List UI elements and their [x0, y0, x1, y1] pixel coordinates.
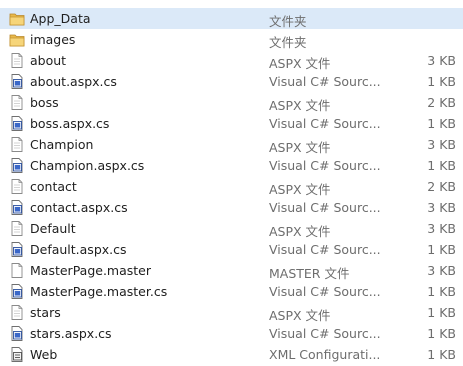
- page-icon: [9, 136, 25, 153]
- file-name: boss: [30, 95, 59, 110]
- file-name: Champion.aspx.cs: [30, 158, 145, 173]
- file-row[interactable]: boss ASPX 文件 2 KB: [0, 92, 463, 113]
- blank-file-icon: [9, 262, 25, 279]
- file-row[interactable]: Default ASPX 文件 3 KB: [0, 218, 463, 239]
- cs-file-icon: [9, 199, 25, 216]
- file-row[interactable]: stars ASPX 文件 1 KB: [0, 302, 463, 323]
- page-icon: [9, 220, 25, 237]
- file-name: Default.aspx.cs: [30, 242, 127, 257]
- file-row[interactable]: about.aspx.cs Visual C# Sourc... 1 KB: [0, 71, 463, 92]
- file-size: 1 KB: [427, 347, 456, 362]
- file-size: 2 KB: [427, 179, 456, 194]
- file-type: Visual C# Sourc...: [269, 200, 381, 215]
- file-name: Champion: [30, 137, 94, 152]
- folder-icon: [9, 10, 25, 27]
- page-icon: [9, 304, 25, 321]
- cs-file-icon: [9, 73, 25, 90]
- file-name: stars: [30, 305, 61, 320]
- file-type: XML Configurati...: [269, 347, 381, 362]
- file-row[interactable]: stars.aspx.cs Visual C# Sourc... 1 KB: [0, 323, 463, 344]
- file-row[interactable]: App_Data 文件夹: [0, 8, 463, 29]
- file-row[interactable]: Champion.aspx.cs Visual C# Sourc... 1 KB: [0, 155, 463, 176]
- file-row[interactable]: Default.aspx.cs Visual C# Sourc... 1 KB: [0, 239, 463, 260]
- file-type: 文件夹: [269, 35, 307, 50]
- file-type: Visual C# Sourc...: [269, 242, 381, 257]
- file-name: contact: [30, 179, 77, 194]
- file-size: 3 KB: [427, 53, 456, 68]
- file-type: ASPX 文件: [269, 308, 331, 323]
- file-size: 1 KB: [427, 326, 456, 341]
- file-name: contact.aspx.cs: [30, 200, 128, 215]
- file-size: 1 KB: [427, 284, 456, 299]
- file-type: ASPX 文件: [269, 140, 331, 155]
- file-row[interactable]: contact.aspx.cs Visual C# Sourc... 3 KB: [0, 197, 463, 218]
- file-type: Visual C# Sourc...: [269, 284, 381, 299]
- config-file-icon: [9, 346, 25, 363]
- file-size: 3 KB: [427, 263, 456, 278]
- file-row[interactable]: images 文件夹: [0, 29, 463, 50]
- file-size: 3 KB: [427, 137, 456, 152]
- file-type: Visual C# Sourc...: [269, 74, 381, 89]
- file-size: 1 KB: [427, 116, 456, 131]
- file-type: ASPX 文件: [269, 56, 331, 71]
- file-type: ASPX 文件: [269, 224, 331, 239]
- file-size: 1 KB: [427, 158, 456, 173]
- cs-file-icon: [9, 241, 25, 258]
- file-type: Visual C# Sourc...: [269, 116, 381, 131]
- file-size: 1 KB: [427, 242, 456, 257]
- file-name: MasterPage.master: [30, 263, 152, 278]
- file-row[interactable]: boss.aspx.cs Visual C# Sourc... 1 KB: [0, 113, 463, 134]
- file-size: 3 KB: [427, 221, 456, 236]
- page-icon: [9, 94, 25, 111]
- file-name: about: [30, 53, 67, 68]
- file-name: Default: [30, 221, 76, 236]
- file-row[interactable]: MasterPage.master.cs Visual C# Sourc... 1 …: [0, 281, 463, 302]
- file-name: boss.aspx.cs: [30, 116, 110, 131]
- file-type: ASPX 文件: [269, 98, 331, 113]
- file-row[interactable]: contact ASPX 文件 2 KB: [0, 176, 463, 197]
- file-size: 1 KB: [427, 305, 456, 320]
- page-icon: [9, 178, 25, 195]
- file-size: 1 KB: [427, 74, 456, 89]
- file-type: Visual C# Sourc...: [269, 326, 381, 341]
- file-size: 2 KB: [427, 95, 456, 110]
- file-name: App_Data: [30, 11, 91, 26]
- file-name: stars.aspx.cs: [30, 326, 112, 341]
- file-row[interactable]: Champion ASPX 文件 3 KB: [0, 134, 463, 155]
- cs-file-icon: [9, 325, 25, 342]
- file-row[interactable]: Web XML Configurati... 1 KB: [0, 344, 463, 365]
- file-name: Web: [30, 347, 58, 362]
- file-size: 3 KB: [427, 200, 456, 215]
- page-icon: [9, 52, 25, 69]
- file-type: ASPX 文件: [269, 182, 331, 197]
- cs-file-icon: [9, 115, 25, 132]
- file-type: 文件夹: [269, 14, 307, 29]
- file-type: MASTER 文件: [269, 266, 350, 281]
- file-row[interactable]: MasterPage.master MASTER 文件 3 KB: [0, 260, 463, 281]
- file-name: about.aspx.cs: [30, 74, 117, 89]
- cs-file-icon: [9, 157, 25, 174]
- folder-icon: [9, 31, 25, 48]
- file-name: images: [30, 32, 76, 47]
- file-name: MasterPage.master.cs: [30, 284, 168, 299]
- cs-file-icon: [9, 283, 25, 300]
- file-type: Visual C# Sourc...: [269, 158, 381, 173]
- file-row[interactable]: about ASPX 文件 3 KB: [0, 50, 463, 71]
